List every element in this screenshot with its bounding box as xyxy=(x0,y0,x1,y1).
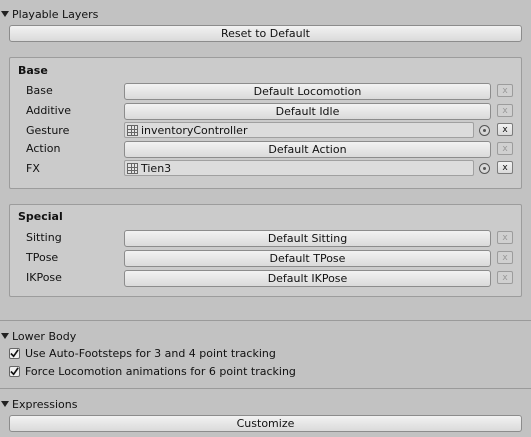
animator-controller-icon xyxy=(127,124,138,136)
row-label-additive: Additive xyxy=(26,104,71,117)
row-label-tpose: TPose xyxy=(26,251,59,264)
row-label-ikpose: IKPose xyxy=(26,271,62,284)
row-label-sitting: Sitting xyxy=(26,231,62,244)
fx-controller-field[interactable]: Tien3 xyxy=(124,160,474,176)
section-divider xyxy=(0,388,531,389)
gesture-controller-value: inventoryController xyxy=(141,123,248,137)
remove-base-button[interactable]: x xyxy=(497,84,513,97)
tpose-layer-button[interactable]: Default TPose xyxy=(124,250,491,267)
checkmark-icon xyxy=(10,349,19,358)
foldout-expressions[interactable]: Expressions xyxy=(0,395,531,413)
object-picker-icon[interactable] xyxy=(479,125,490,136)
foldout-title: Playable Layers xyxy=(12,7,99,21)
foldout-triangle-icon[interactable] xyxy=(1,11,9,17)
foldout-playable-layers[interactable]: Playable Layers xyxy=(0,5,531,23)
section-divider xyxy=(0,320,531,321)
customize-button[interactable]: Customize xyxy=(9,415,522,432)
row-label-action: Action xyxy=(26,142,61,155)
group-title-base: Base xyxy=(18,64,48,77)
remove-sitting-button[interactable]: x xyxy=(497,231,513,244)
fx-controller-value: Tien3 xyxy=(141,161,172,175)
remove-tpose-button[interactable]: x xyxy=(497,251,513,264)
remove-additive-button[interactable]: x xyxy=(497,104,513,117)
sitting-layer-button[interactable]: Default Sitting xyxy=(124,230,491,247)
foldout-title: Lower Body xyxy=(12,329,77,343)
remove-gesture-button[interactable]: x xyxy=(497,123,513,136)
animator-controller-icon xyxy=(127,162,138,174)
force-locomotion-label[interactable]: Force Locomotion animations for 6 point … xyxy=(25,365,296,378)
row-label-base: Base xyxy=(26,84,53,97)
row-label-fx: FX xyxy=(26,162,40,175)
foldout-lower-body[interactable]: Lower Body xyxy=(0,327,531,345)
additive-layer-button[interactable]: Default Idle xyxy=(124,103,491,120)
foldout-triangle-icon[interactable] xyxy=(1,401,9,407)
auto-footsteps-checkbox[interactable] xyxy=(9,348,20,359)
base-layer-button[interactable]: Default Locomotion xyxy=(124,83,491,100)
gesture-controller-field[interactable]: inventoryController xyxy=(124,122,474,138)
foldout-triangle-icon[interactable] xyxy=(1,333,9,339)
row-label-gesture: Gesture xyxy=(26,124,70,137)
group-title-special: Special xyxy=(18,210,63,223)
foldout-title: Expressions xyxy=(12,397,78,411)
remove-fx-button[interactable]: x xyxy=(497,161,513,174)
action-layer-button[interactable]: Default Action xyxy=(124,141,491,158)
remove-action-button[interactable]: x xyxy=(497,142,513,155)
auto-footsteps-label[interactable]: Use Auto-Footsteps for 3 and 4 point tra… xyxy=(25,347,276,360)
force-locomotion-checkbox[interactable] xyxy=(9,366,20,377)
object-picker-icon[interactable] xyxy=(479,163,490,174)
checkmark-icon xyxy=(10,367,19,376)
ikpose-layer-button[interactable]: Default IKPose xyxy=(124,270,491,287)
remove-ikpose-button[interactable]: x xyxy=(497,271,513,284)
reset-to-default-button[interactable]: Reset to Default xyxy=(9,25,522,42)
